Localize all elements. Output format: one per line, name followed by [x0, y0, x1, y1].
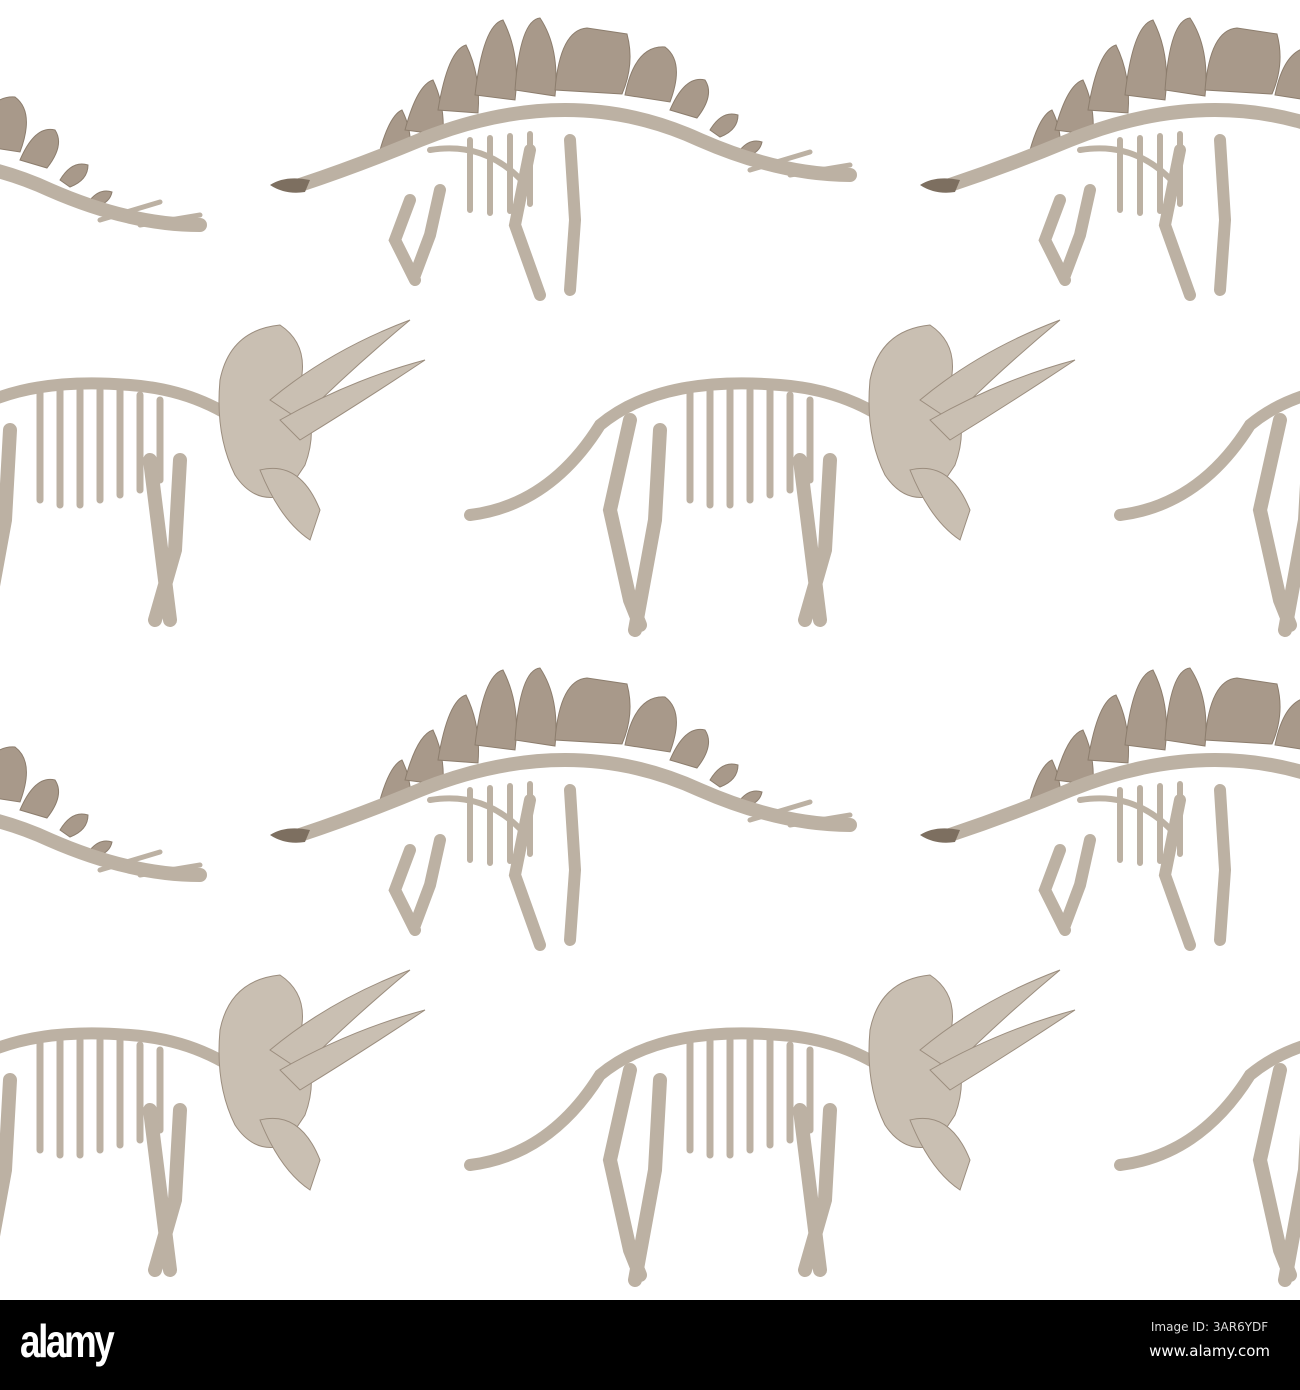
- triceratops-skeleton: [1120, 320, 1300, 630]
- stegosaurus-skeleton: [920, 18, 1300, 295]
- alamy-logo: alamy: [20, 1315, 115, 1367]
- website-link[interactable]: www.alamy.com: [1149, 1342, 1270, 1360]
- triceratops-skeleton: [0, 320, 425, 630]
- image-canvas: alamy Image ID: 3AR6YDF www.alamy.com: [0, 0, 1300, 1390]
- stegosaurus-skeleton: [270, 18, 850, 295]
- triceratops-row-2: [0, 970, 1300, 1280]
- image-id: Image ID: 3AR6YDF: [1150, 1320, 1269, 1334]
- stegosaurus-skeleton: [270, 668, 850, 945]
- triceratops-skeleton: [1120, 970, 1300, 1280]
- watermark-footer: alamy Image ID: 3AR6YDF www.alamy.com: [0, 1300, 1300, 1390]
- stegosaurus-skeleton: [0, 718, 200, 995]
- image-meta: Image ID: 3AR6YDF www.alamy.com: [1149, 1320, 1270, 1360]
- dinosaur-skeleton-pattern: [0, 0, 1300, 1300]
- triceratops-skeleton: [0, 970, 425, 1280]
- stegosaurus-skeleton: [0, 68, 200, 345]
- triceratops-skeleton: [470, 970, 1075, 1280]
- stegosaurus-row-2: [0, 668, 1300, 995]
- triceratops-skeleton: [470, 320, 1075, 630]
- triceratops-row-1: [0, 320, 1300, 630]
- stegosaurus-row-1: [0, 18, 1300, 345]
- stegosaurus-skeleton: [920, 668, 1300, 945]
